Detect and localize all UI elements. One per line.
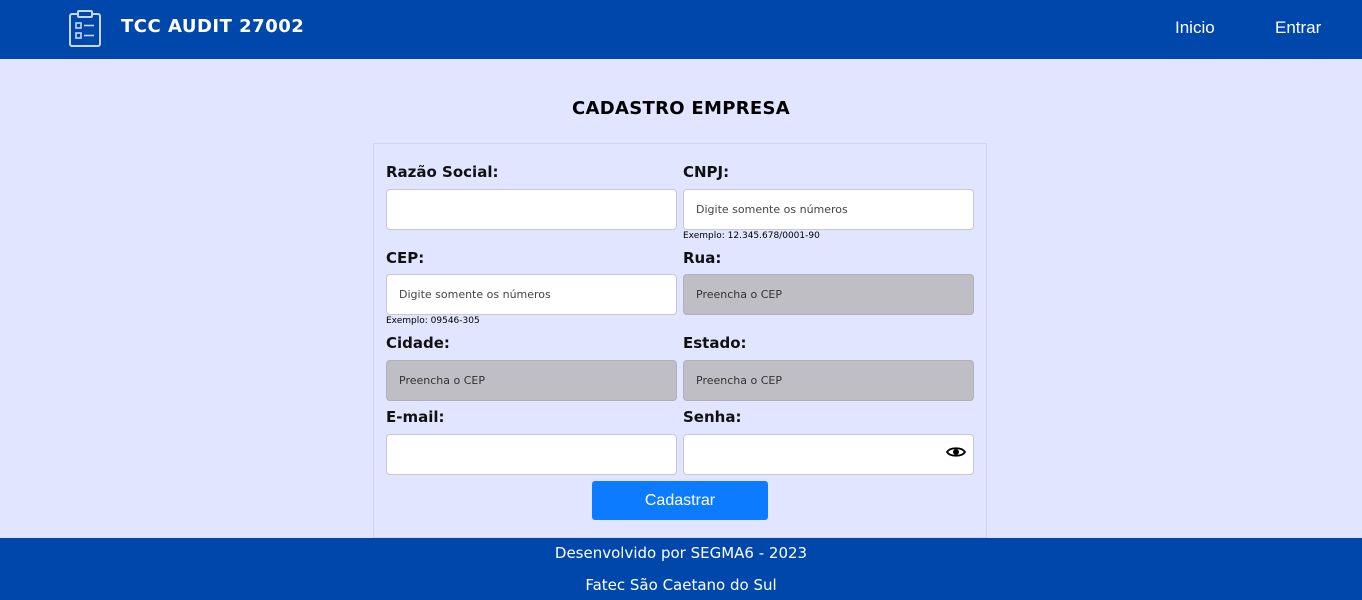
cnpj-hint: Exemplo: 12.345.678/0001-90 <box>683 231 820 241</box>
cadastrar-button[interactable]: Cadastrar <box>592 481 768 520</box>
cep-label: CEP: <box>386 249 425 267</box>
estado-label: Estado: <box>683 334 747 352</box>
rua-label: Rua: <box>683 249 722 267</box>
cidade-label: Cidade: <box>386 334 450 352</box>
razao-social-label: Razão Social: <box>386 163 499 181</box>
brand-name[interactable]: TCC AUDIT 27002 <box>121 16 304 37</box>
cnpj-label: CNPJ: <box>683 163 730 181</box>
senha-input[interactable] <box>683 434 974 475</box>
top-navbar: TCC AUDIT 27002 Inicio Entrar <box>0 0 1362 59</box>
page-title: CADASTRO EMPRESA <box>572 98 790 119</box>
estado-input <box>683 360 974 401</box>
nav-link-entrar[interactable]: Entrar <box>1275 18 1321 38</box>
footer: Desenvolvido por SEGMA6 - 2023 Fatec São… <box>0 538 1362 600</box>
eye-icon[interactable] <box>946 445 966 459</box>
footer-institution: Fatec São Caetano do Sul <box>585 576 777 594</box>
nav-link-inicio[interactable]: Inicio <box>1175 18 1215 38</box>
footer-credits: Desenvolvido por SEGMA6 - 2023 <box>554 544 808 562</box>
razao-social-input[interactable] <box>386 189 677 230</box>
cep-input[interactable] <box>386 274 677 315</box>
cidade-input <box>386 360 677 401</box>
email-input[interactable] <box>386 434 677 475</box>
email-label: E-mail: <box>386 408 445 426</box>
rua-input <box>683 274 974 315</box>
clipboard-checklist-icon <box>69 10 101 47</box>
cep-hint: Exemplo: 09546-305 <box>386 316 480 326</box>
senha-label: Senha: <box>683 408 742 426</box>
cnpj-input[interactable] <box>683 189 974 230</box>
